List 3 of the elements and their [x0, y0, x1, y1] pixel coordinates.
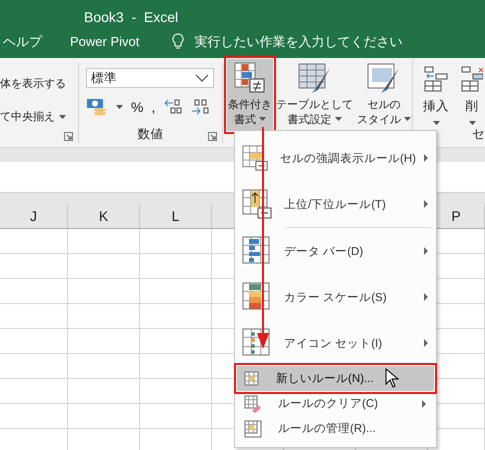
window-title: Book3 - Excel — [84, 9, 178, 25]
group-label: セ — [472, 126, 485, 143]
group-label: 数値 — [136, 126, 164, 143]
